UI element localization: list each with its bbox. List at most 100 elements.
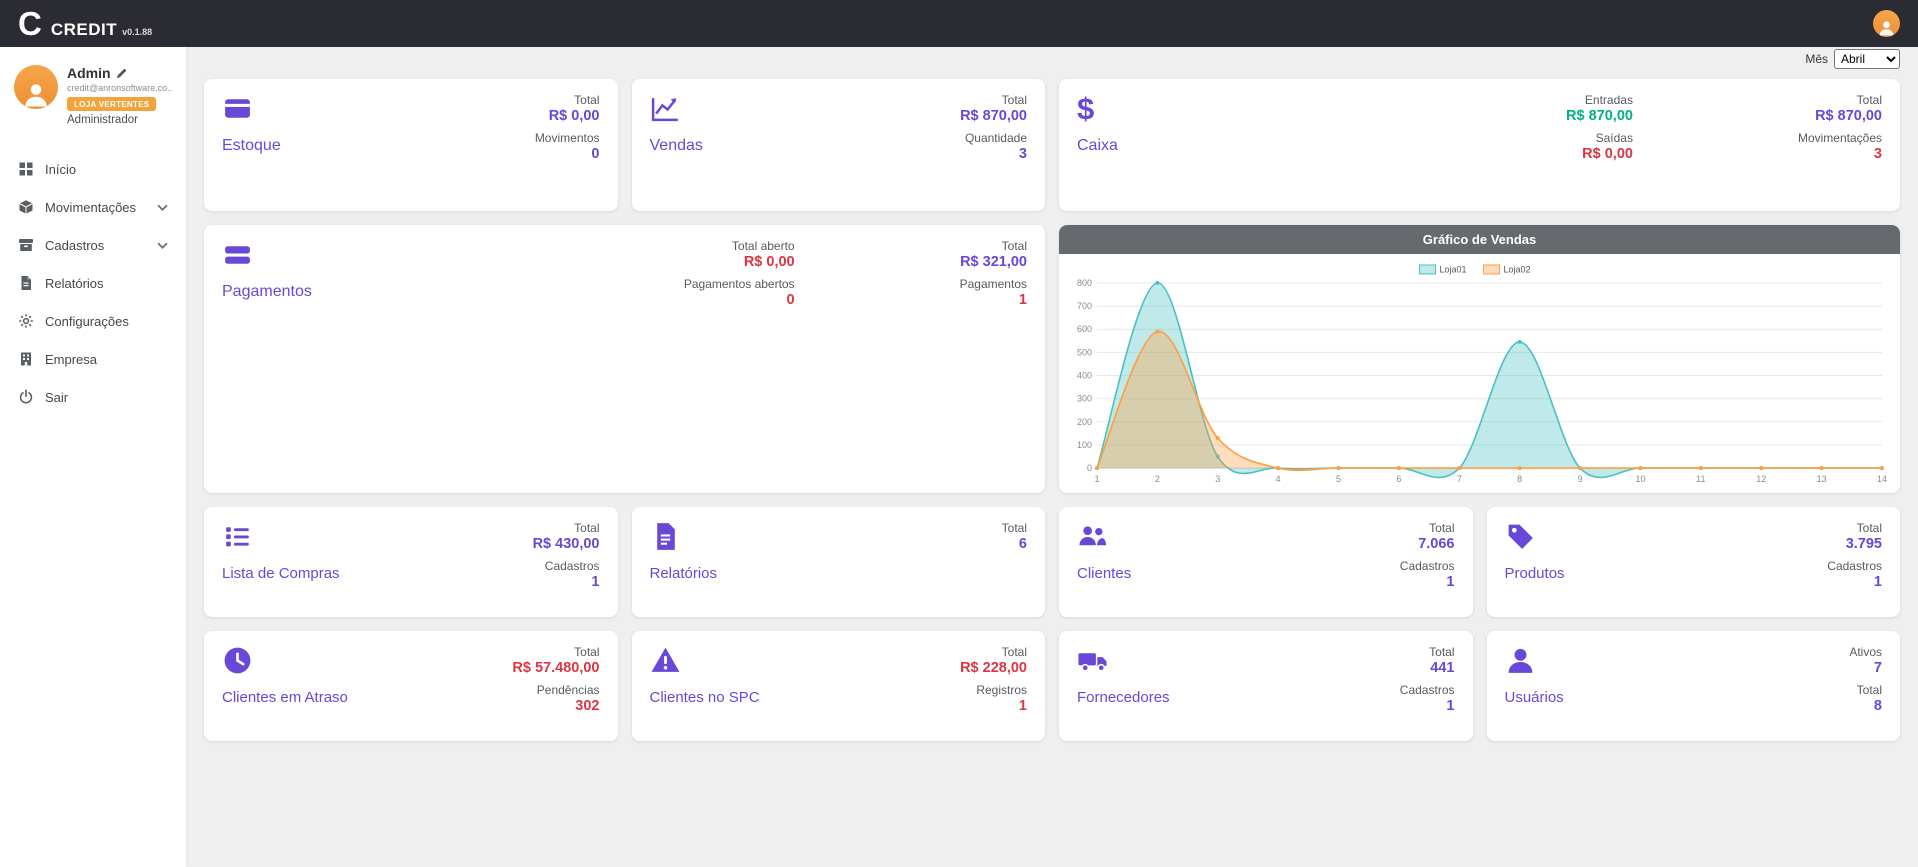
stat-value: 1: [545, 574, 600, 590]
svg-text:12: 12: [1756, 474, 1766, 484]
stat: Total 3.795: [1846, 521, 1882, 552]
stat-value: 302: [537, 698, 600, 714]
stat-value: 1: [960, 292, 1027, 308]
stat-label: Total: [1857, 683, 1882, 697]
card-title: Clientes: [1077, 565, 1131, 582]
month-select[interactable]: Abril: [1834, 49, 1900, 69]
stat: Total R$ 430,00: [533, 521, 600, 552]
file-icon: [18, 275, 34, 291]
stat-value: 1: [976, 698, 1027, 714]
svg-text:Loja01: Loja01: [1440, 264, 1467, 274]
svg-text:100: 100: [1077, 440, 1092, 450]
card-grafico-vendas: Gráfico de Vendas 0100200300400500600700…: [1059, 225, 1900, 493]
stat-label: Pagamentos: [960, 277, 1027, 291]
stat-value: 441: [1429, 660, 1454, 676]
card-clientes-no-spc[interactable]: Clientes no SPC Total R$ 228,00 Registro…: [632, 631, 1046, 741]
card-estoque[interactable]: Estoque Total R$ 0,00 Movimentos 0: [204, 79, 618, 211]
credit-card-icon: [222, 239, 253, 270]
card-usuarios[interactable]: Usuários Ativos 7 Total 8: [1487, 631, 1901, 741]
stat: Movimentações 3: [1798, 131, 1882, 162]
stat-value: R$ 0,00: [732, 254, 795, 270]
stat-label: Cadastros: [1400, 683, 1455, 697]
profile-avatar[interactable]: [14, 65, 58, 109]
profile-name-row: Admin: [67, 65, 172, 81]
card-caixa[interactable]: $ Caixa Entradas R$ 870,00 Saídas R$ 0,0…: [1059, 79, 1900, 211]
card-title: Relatórios: [650, 565, 718, 582]
svg-text:600: 600: [1077, 324, 1092, 334]
svg-text:10: 10: [1636, 474, 1646, 484]
card-lista-de-compras[interactable]: Lista de Compras Total R$ 430,00 Cadastr…: [204, 507, 618, 617]
sidebar: Admin credit@anronsoftware.co... LOJA VE…: [0, 47, 186, 867]
svg-text:7: 7: [1457, 474, 1462, 484]
stat: Entradas R$ 870,00: [1566, 93, 1633, 124]
sidebar-item-movimentacoes[interactable]: Movimentações: [10, 188, 176, 226]
archive-icon: [18, 237, 34, 253]
stat-value: 3: [1798, 146, 1882, 162]
stat: Total 8: [1857, 683, 1882, 714]
gear-icon: [18, 313, 34, 329]
user-avatar[interactable]: [1873, 10, 1900, 37]
card-fornecedores[interactable]: Fornecedores Total 441 Cadastros 1: [1059, 631, 1473, 741]
svg-text:9: 9: [1578, 474, 1583, 484]
card-vendas[interactable]: Vendas Total R$ 870,00 Quantidade 3: [632, 79, 1046, 211]
warning-icon: [650, 645, 681, 676]
stat-value: 7: [1849, 660, 1882, 676]
svg-text:4: 4: [1276, 474, 1281, 484]
stat-label: Total: [1429, 645, 1454, 659]
sidebar-item-label: Cadastros: [45, 238, 104, 253]
card-pagamentos[interactable]: Pagamentos Total aberto R$ 0,00 Pagament…: [204, 225, 1045, 493]
stat-value: 0: [535, 146, 600, 162]
dollar-icon: $: [1077, 93, 1118, 124]
chevron-down-icon: [157, 242, 168, 249]
stat: Pendências 302: [537, 683, 600, 714]
stat: Total 6: [1002, 521, 1027, 552]
stat-value: R$ 870,00: [960, 108, 1027, 124]
stat: Cadastros 1: [1827, 559, 1882, 590]
wallet-icon: [222, 93, 253, 124]
chart-line-icon: [650, 93, 681, 124]
svg-text:14: 14: [1877, 474, 1887, 484]
sidebar-item-label: Relatórios: [45, 276, 104, 291]
stat-value: R$ 430,00: [533, 536, 600, 552]
app-logo[interactable]: C CREDIT v0.1.88: [18, 7, 152, 40]
sidebar-item-relatorios[interactable]: Relatórios: [10, 264, 176, 302]
sidebar-item-configuracoes[interactable]: Configurações: [10, 302, 176, 340]
sidebar-item-empresa[interactable]: Empresa: [10, 340, 176, 378]
chart-body: 0100200300400500600700800123456789101112…: [1059, 254, 1900, 492]
stat-label: Saídas: [1582, 131, 1633, 145]
stat-label: Ativos: [1849, 645, 1882, 659]
svg-text:8: 8: [1517, 474, 1522, 484]
person-icon: [1877, 18, 1896, 37]
stat-value: 1: [1400, 574, 1455, 590]
sidebar-item-inicio[interactable]: Início: [10, 150, 176, 188]
stat: Total 7.066: [1418, 521, 1454, 552]
card-title: Lista de Compras: [222, 565, 340, 582]
dashboard-grid: Estoque Total R$ 0,00 Movimentos 0 Venda…: [204, 79, 1900, 741]
stat: Total R$ 321,00: [960, 239, 1027, 270]
sidebar-item-sair[interactable]: Sair: [10, 378, 176, 416]
stat: Cadastros 1: [545, 559, 600, 590]
profile-role: Administrador: [67, 114, 172, 126]
card-clientes[interactable]: Clientes Total 7.066 Cadastros 1: [1059, 507, 1473, 617]
building-icon: [18, 351, 34, 367]
card-relatorios[interactable]: Relatórios Total 6: [632, 507, 1046, 617]
card-clientes-em-atraso[interactable]: Clientes em Atraso Total R$ 57.480,00 Pe…: [204, 631, 618, 741]
svg-text:2: 2: [1155, 474, 1160, 484]
topbar: C CREDIT v0.1.88: [0, 0, 1918, 47]
sidebar-item-cadastros[interactable]: Cadastros: [10, 226, 176, 264]
svg-text:700: 700: [1077, 301, 1092, 311]
stat-value: 8: [1857, 698, 1882, 714]
stat-value: 0: [684, 292, 795, 308]
stat-label: Cadastros: [1400, 559, 1455, 573]
svg-text:Loja02: Loja02: [1503, 264, 1530, 274]
month-filter: Mês Abril: [204, 49, 1900, 69]
card-produtos[interactable]: Produtos Total 3.795 Cadastros 1: [1487, 507, 1901, 617]
stat: Cadastros 1: [1400, 683, 1455, 714]
svg-text:13: 13: [1817, 474, 1827, 484]
stat-label: Quantidade: [965, 131, 1027, 145]
edit-profile-icon[interactable]: [116, 68, 127, 79]
stat-label: Total: [1846, 521, 1882, 535]
stat-label: Total: [960, 645, 1027, 659]
stat-value: 6: [1002, 536, 1027, 552]
grid-icon: [18, 161, 34, 177]
